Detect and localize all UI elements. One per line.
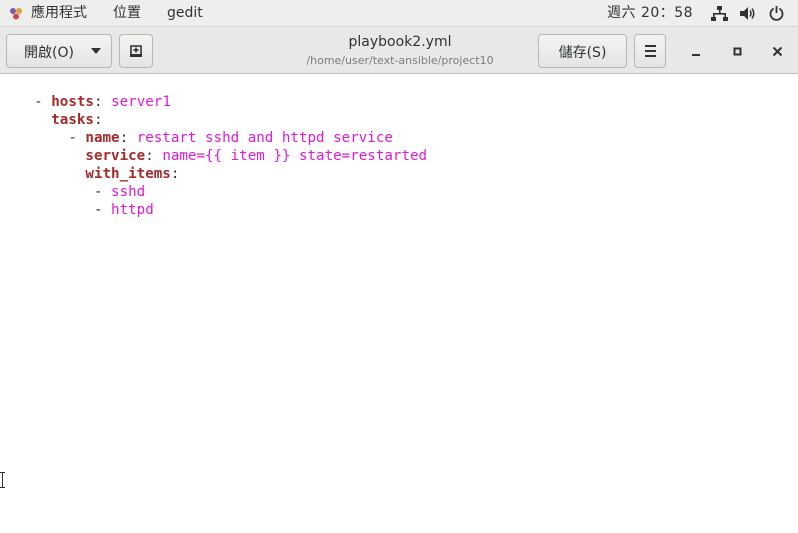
hamburger-menu-icon [645,45,656,47]
save-button[interactable]: 儲存(S) [538,34,627,68]
document-path: /home/user/text-ansible/project10 [306,54,494,67]
code-line: with_items: [85,166,180,182]
clock[interactable]: 週六 20：58 [607,4,693,23]
new-document-button[interactable] [119,34,153,68]
applications-menu[interactable]: 應用程式 [31,4,87,23]
open-button[interactable]: 開啟(O) [6,34,112,68]
code-line: - name: restart sshd and httpd service [34,130,393,146]
open-button-label: 開啟(O) [24,45,74,61]
network-icon[interactable] [711,5,728,22]
activities-logo-icon[interactable] [9,7,23,20]
yaml-value: server1 [111,94,171,110]
text-cursor-icon [0,472,5,488]
power-icon[interactable] [768,5,785,22]
hamburger-menu-button[interactable] [634,34,666,68]
code-line: service: name={{ item }} state=restarted [85,148,428,164]
chevron-down-icon [91,48,101,54]
window-header-bar: 開啟(O) playbook2.yml /home/user/text-ansi… [0,27,798,74]
code-line: - hosts: server1 [34,94,171,110]
places-menu[interactable]: 位置 [113,4,141,23]
code-line: tasks: [51,112,103,128]
system-top-bar: 應用程式 位置 gedit 週六 20：58 [0,0,798,27]
code-line: - httpd [34,202,154,218]
new-tab-icon [130,45,142,57]
code-line: - sshd [34,184,146,200]
minimize-icon[interactable] [683,41,709,63]
maximize-icon[interactable] [725,41,751,63]
yaml-value: httpd [111,202,154,218]
document-title: playbook2.yml [348,34,452,50]
volume-icon[interactable] [739,5,756,22]
title-block: playbook2.yml /home/user/text-ansible/pr… [260,34,540,69]
app-menu-gedit[interactable]: gedit [167,4,203,23]
close-icon[interactable] [765,41,791,63]
save-button-label: 儲存(S) [558,45,607,61]
text-editor[interactable]: - hosts: server1 tasks: - name: restart … [0,75,798,533]
yaml-value: name={{ item }} state=restarted [162,148,428,164]
